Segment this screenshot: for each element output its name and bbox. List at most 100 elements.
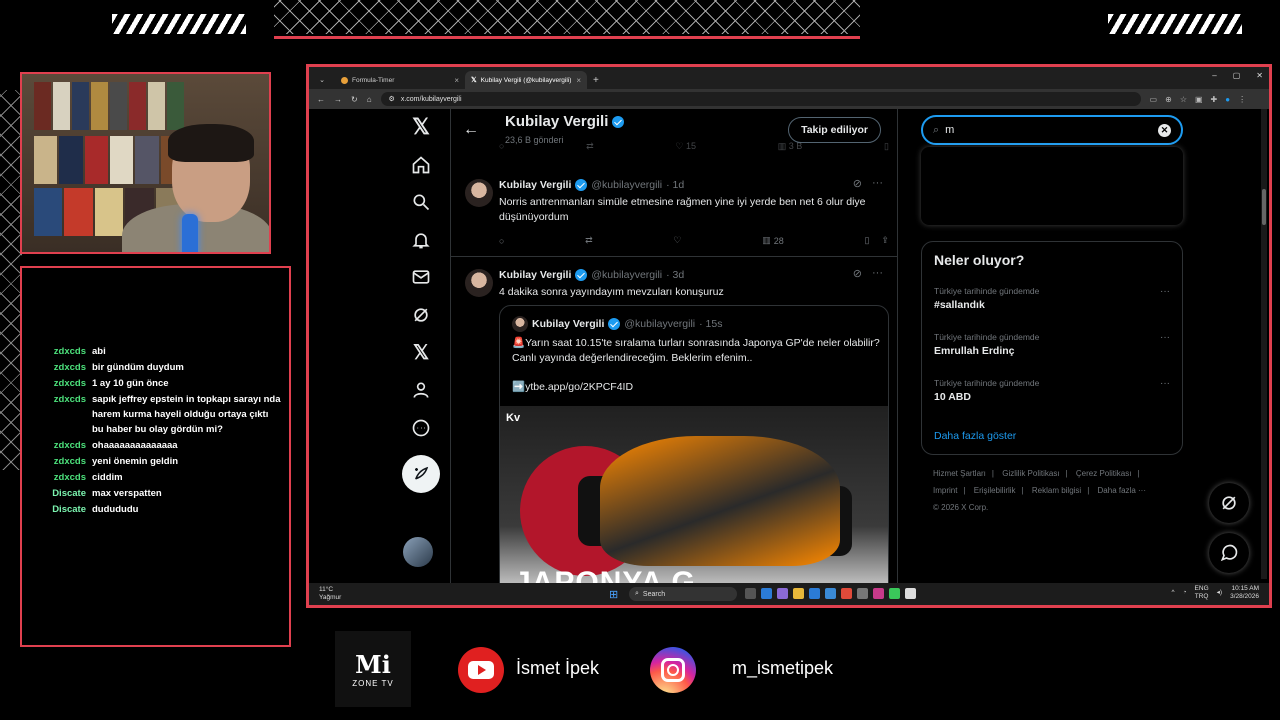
site-info-icon[interactable]: ⚙ bbox=[389, 95, 395, 103]
weather-widget[interactable]: 11°C Yağmur bbox=[319, 586, 341, 602]
task-view-icon[interactable] bbox=[745, 588, 756, 599]
back-icon[interactable]: ← bbox=[317, 95, 325, 104]
trend-more-icon[interactable]: ··· bbox=[1160, 378, 1170, 389]
search-input[interactable]: ⌕ m ✕ bbox=[921, 115, 1183, 145]
tab-kubilay-vergili[interactable]: 𝕏 Kubilay Vergili (@kubilayvergili) × bbox=[465, 71, 587, 89]
quote-media-image[interactable]: Kv JAPONYA G bbox=[500, 406, 888, 583]
tweet-handle[interactable]: @kubilayvergili bbox=[591, 179, 662, 191]
profile-icon[interactable]: ● bbox=[1225, 95, 1230, 104]
footer-link[interactable]: Gizlilik Politikası bbox=[1002, 469, 1059, 478]
following-button[interactable]: Takip ediliyor bbox=[788, 117, 881, 143]
trend-item[interactable]: Türkiye tarihinde gündemde 10 ABD ··· bbox=[934, 378, 1170, 403]
quote-link[interactable]: ➡️ytbe.app/go/2KPCF4ID bbox=[512, 380, 633, 393]
back-arrow-icon[interactable]: ← bbox=[463, 121, 479, 139]
trend-item[interactable]: Türkiye tarihinde gündemde Emrullah Erdi… bbox=[934, 332, 1170, 357]
explore-nav-icon[interactable] bbox=[403, 184, 439, 220]
home-icon[interactable]: ⌂ bbox=[367, 95, 372, 104]
bookmark-star-icon[interactable]: ☆ bbox=[1180, 95, 1187, 104]
tab-formula-timer[interactable]: Formula-Timer × bbox=[335, 71, 465, 89]
grok-icon[interactable] bbox=[403, 297, 439, 333]
tweet[interactable]: Kubilay Vergili @kubilayvergili · 1d ⊘ ··… bbox=[451, 169, 897, 257]
home-nav-icon[interactable] bbox=[403, 147, 439, 183]
menu-icon[interactable]: ⋮ bbox=[1238, 95, 1246, 104]
tweet-avatar[interactable] bbox=[465, 179, 493, 207]
trend-item[interactable]: Türkiye tarihinde gündemde #sallandık ··… bbox=[934, 286, 1170, 311]
close-tab-icon[interactable]: × bbox=[454, 76, 459, 85]
windows-start-icon[interactable]: ⊞ bbox=[609, 588, 618, 601]
premium-x-icon[interactable]: 𝕏 bbox=[403, 335, 439, 371]
edge-icon[interactable] bbox=[761, 588, 772, 599]
tray-chevron-icon[interactable]: ^ bbox=[1172, 589, 1175, 597]
copilot-icon[interactable] bbox=[777, 588, 788, 599]
views-icon[interactable]: ▥ bbox=[778, 141, 787, 151]
tweet[interactable]: Kubilay Vergili @kubilayvergili · 3d ⊘ ··… bbox=[451, 259, 897, 583]
more-nav-icon[interactable] bbox=[403, 410, 439, 446]
forward-icon[interactable]: → bbox=[334, 95, 342, 104]
notifications-bell-icon[interactable] bbox=[403, 222, 439, 258]
tweet-author-name[interactable]: Kubilay Vergili bbox=[499, 269, 571, 281]
minimize-button[interactable]: – bbox=[1212, 71, 1216, 80]
footer-link[interactable]: Imprint bbox=[933, 486, 957, 495]
show-more-link[interactable]: Daha fazla göster bbox=[934, 430, 1016, 442]
footer-link[interactable]: Çerez Politikası bbox=[1076, 469, 1132, 478]
trend-more-icon[interactable]: ··· bbox=[1160, 286, 1170, 297]
zoom-icon[interactable]: ⊕ bbox=[1165, 95, 1172, 104]
language-indicator[interactable]: ENG TRQ bbox=[1195, 585, 1209, 601]
instagram-icon[interactable] bbox=[873, 588, 884, 599]
tweet-handle[interactable]: @kubilayvergili bbox=[591, 269, 662, 281]
share-icon[interactable]: ⇪ bbox=[881, 235, 889, 246]
grok-icon[interactable]: ⊘ bbox=[853, 177, 862, 190]
retweet-icon[interactable]: ⇄ bbox=[585, 235, 593, 246]
footer-link[interactable]: Reklam bilgisi bbox=[1032, 486, 1081, 495]
app-icon[interactable] bbox=[905, 588, 916, 599]
volume-icon[interactable]: ◂) bbox=[1217, 589, 1222, 597]
footer-link[interactable]: Hizmet Şartları bbox=[933, 469, 986, 478]
whatsapp-icon[interactable] bbox=[889, 588, 900, 599]
views-icon[interactable]: ▥ bbox=[762, 235, 771, 246]
tweet-time[interactable]: · 1d bbox=[666, 179, 684, 191]
reply-icon[interactable]: ○ bbox=[499, 235, 504, 246]
url-field[interactable]: ⚙ x.com/kubilayvergili bbox=[380, 92, 1141, 106]
scroll-thumb[interactable] bbox=[1262, 189, 1266, 225]
like-icon[interactable]: ♡ bbox=[675, 141, 683, 151]
extensions-puzzle-icon[interactable]: ✚ bbox=[1211, 95, 1218, 104]
store-icon[interactable] bbox=[809, 588, 820, 599]
more-icon[interactable]: ··· bbox=[872, 267, 883, 280]
tweet-author-name[interactable]: Kubilay Vergili bbox=[499, 179, 571, 191]
quoted-tweet[interactable]: Kubilay Vergili @kubilayvergili · 15s 🚨Y… bbox=[499, 305, 889, 583]
file-explorer-icon[interactable] bbox=[793, 588, 804, 599]
close-window-button[interactable]: ✕ bbox=[1256, 71, 1263, 80]
more-icon[interactable]: ··· bbox=[872, 177, 883, 190]
profile-nav-icon[interactable] bbox=[403, 372, 439, 408]
chrome-icon[interactable] bbox=[841, 588, 852, 599]
retweet-icon[interactable]: ⇄ bbox=[586, 141, 594, 152]
clear-search-icon[interactable]: ✕ bbox=[1158, 124, 1171, 137]
maximize-button[interactable]: ▢ bbox=[1233, 71, 1241, 80]
grok-icon[interactable]: ⊘ bbox=[853, 267, 862, 280]
grok-float-button[interactable] bbox=[1209, 483, 1249, 523]
like-icon[interactable]: ♡ bbox=[673, 235, 681, 246]
wifi-icon[interactable]: ◔ bbox=[1183, 589, 1187, 597]
cast-icon[interactable]: ▭ bbox=[1150, 95, 1158, 104]
trend-more-icon[interactable]: ··· bbox=[1160, 332, 1170, 343]
bookmark-icon[interactable]: ▯ bbox=[884, 141, 889, 152]
bookmark-icon[interactable]: ▯ bbox=[864, 235, 869, 246]
extension-icon[interactable]: ▣ bbox=[1195, 95, 1203, 104]
reply-icon[interactable]: ○ bbox=[499, 141, 504, 152]
x-logo-icon[interactable]: 𝕏 bbox=[403, 109, 439, 145]
messages-float-button[interactable] bbox=[1209, 533, 1249, 573]
tweet-avatar[interactable] bbox=[465, 269, 493, 297]
close-tab-icon[interactable]: × bbox=[576, 76, 581, 85]
messages-mail-icon[interactable] bbox=[403, 259, 439, 295]
new-tab-button[interactable]: + bbox=[587, 75, 605, 89]
mail-icon[interactable] bbox=[825, 588, 836, 599]
tab-search-icon[interactable]: ⌄ bbox=[309, 71, 335, 89]
account-avatar[interactable] bbox=[403, 537, 433, 567]
clock[interactable]: 10:15 AM 3/28/2026 bbox=[1230, 585, 1259, 601]
footer-link[interactable]: Erişilebilirlik bbox=[974, 486, 1016, 495]
app-icon[interactable] bbox=[857, 588, 868, 599]
reload-icon[interactable]: ↻ bbox=[351, 95, 358, 104]
taskbar-search[interactable]: ⌕ Search bbox=[629, 587, 737, 601]
tweet-time[interactable]: · 3d bbox=[666, 269, 684, 281]
footer-link[interactable]: Daha fazla ··· bbox=[1098, 486, 1146, 495]
